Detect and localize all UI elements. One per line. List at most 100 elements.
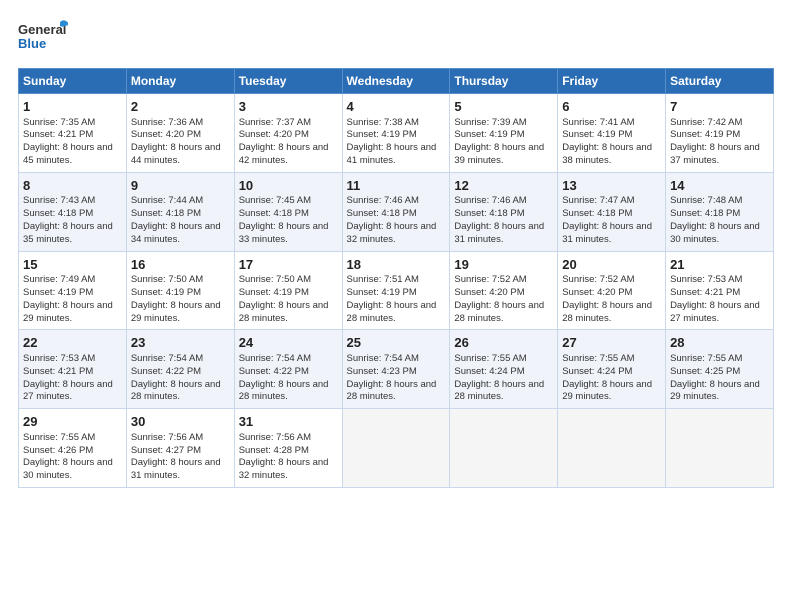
calendar-cell xyxy=(666,409,774,488)
sunset-label: Sunset: 4:20 PM xyxy=(131,129,201,140)
header: General Blue xyxy=(18,18,774,58)
calendar-cell: 16 Sunrise: 7:50 AM Sunset: 4:19 PM Dayl… xyxy=(126,251,234,330)
calendar-cell: 11 Sunrise: 7:46 AM Sunset: 4:18 PM Dayl… xyxy=(342,172,450,251)
calendar-cell: 23 Sunrise: 7:54 AM Sunset: 4:22 PM Dayl… xyxy=(126,330,234,409)
sunset-label: Sunset: 4:23 PM xyxy=(347,366,417,377)
daylight-label: Daylight: 8 hours and 31 minutes. xyxy=(562,221,652,245)
sunset-label: Sunset: 4:18 PM xyxy=(23,208,93,219)
calendar-cell: 14 Sunrise: 7:48 AM Sunset: 4:18 PM Dayl… xyxy=(666,172,774,251)
day-number: 24 xyxy=(239,334,338,352)
week-row-1: 1 Sunrise: 7:35 AM Sunset: 4:21 PM Dayli… xyxy=(19,94,774,173)
daylight-label: Daylight: 8 hours and 28 minutes. xyxy=(454,379,544,403)
sunset-label: Sunset: 4:27 PM xyxy=(131,445,201,456)
calendar-cell: 27 Sunrise: 7:55 AM Sunset: 4:24 PM Dayl… xyxy=(558,330,666,409)
day-number: 2 xyxy=(131,98,230,116)
sunset-label: Sunset: 4:21 PM xyxy=(23,129,93,140)
calendar-cell: 26 Sunrise: 7:55 AM Sunset: 4:24 PM Dayl… xyxy=(450,330,558,409)
sunset-label: Sunset: 4:19 PM xyxy=(347,287,417,298)
day-number: 4 xyxy=(347,98,446,116)
daylight-label: Daylight: 8 hours and 27 minutes. xyxy=(670,300,760,324)
day-number: 26 xyxy=(454,334,553,352)
calendar-header-row: SundayMondayTuesdayWednesdayThursdayFrid… xyxy=(19,69,774,94)
calendar-cell: 21 Sunrise: 7:53 AM Sunset: 4:21 PM Dayl… xyxy=(666,251,774,330)
day-number: 25 xyxy=(347,334,446,352)
daylight-label: Daylight: 8 hours and 37 minutes. xyxy=(670,142,760,166)
sunset-label: Sunset: 4:19 PM xyxy=(23,287,93,298)
sunset-label: Sunset: 4:26 PM xyxy=(23,445,93,456)
sunrise-label: Sunrise: 7:52 AM xyxy=(454,274,526,285)
day-number: 17 xyxy=(239,256,338,274)
sunrise-label: Sunrise: 7:44 AM xyxy=(131,195,203,206)
daylight-label: Daylight: 8 hours and 39 minutes. xyxy=(454,142,544,166)
calendar-cell: 28 Sunrise: 7:55 AM Sunset: 4:25 PM Dayl… xyxy=(666,330,774,409)
daylight-label: Daylight: 8 hours and 29 minutes. xyxy=(562,379,652,403)
sunset-label: Sunset: 4:25 PM xyxy=(670,366,740,377)
sunrise-label: Sunrise: 7:50 AM xyxy=(131,274,203,285)
sunset-label: Sunset: 4:20 PM xyxy=(454,287,524,298)
sunset-label: Sunset: 4:18 PM xyxy=(562,208,632,219)
day-header-monday: Monday xyxy=(126,69,234,94)
calendar-cell: 22 Sunrise: 7:53 AM Sunset: 4:21 PM Dayl… xyxy=(19,330,127,409)
sunset-label: Sunset: 4:19 PM xyxy=(347,129,417,140)
day-number: 3 xyxy=(239,98,338,116)
sunrise-label: Sunrise: 7:36 AM xyxy=(131,117,203,128)
day-number: 8 xyxy=(23,177,122,195)
calendar-cell: 19 Sunrise: 7:52 AM Sunset: 4:20 PM Dayl… xyxy=(450,251,558,330)
daylight-label: Daylight: 8 hours and 28 minutes. xyxy=(347,379,437,403)
day-number: 20 xyxy=(562,256,661,274)
day-number: 10 xyxy=(239,177,338,195)
daylight-label: Daylight: 8 hours and 28 minutes. xyxy=(562,300,652,324)
daylight-label: Daylight: 8 hours and 30 minutes. xyxy=(23,457,113,481)
sunrise-label: Sunrise: 7:45 AM xyxy=(239,195,311,206)
sunrise-label: Sunrise: 7:51 AM xyxy=(347,274,419,285)
sunset-label: Sunset: 4:18 PM xyxy=(131,208,201,219)
sunrise-label: Sunrise: 7:54 AM xyxy=(347,353,419,364)
sunrise-label: Sunrise: 7:35 AM xyxy=(23,117,95,128)
calendar-cell: 3 Sunrise: 7:37 AM Sunset: 4:20 PM Dayli… xyxy=(234,94,342,173)
daylight-label: Daylight: 8 hours and 28 minutes. xyxy=(347,300,437,324)
sunset-label: Sunset: 4:19 PM xyxy=(131,287,201,298)
calendar-cell: 30 Sunrise: 7:56 AM Sunset: 4:27 PM Dayl… xyxy=(126,409,234,488)
calendar-cell: 5 Sunrise: 7:39 AM Sunset: 4:19 PM Dayli… xyxy=(450,94,558,173)
day-number: 22 xyxy=(23,334,122,352)
day-number: 21 xyxy=(670,256,769,274)
calendar-cell: 8 Sunrise: 7:43 AM Sunset: 4:18 PM Dayli… xyxy=(19,172,127,251)
calendar-cell: 13 Sunrise: 7:47 AM Sunset: 4:18 PM Dayl… xyxy=(558,172,666,251)
day-header-sunday: Sunday xyxy=(19,69,127,94)
sunrise-label: Sunrise: 7:38 AM xyxy=(347,117,419,128)
sunrise-label: Sunrise: 7:46 AM xyxy=(347,195,419,206)
daylight-label: Daylight: 8 hours and 35 minutes. xyxy=(23,221,113,245)
day-number: 19 xyxy=(454,256,553,274)
calendar-cell: 18 Sunrise: 7:51 AM Sunset: 4:19 PM Dayl… xyxy=(342,251,450,330)
sunrise-label: Sunrise: 7:37 AM xyxy=(239,117,311,128)
calendar-cell: 1 Sunrise: 7:35 AM Sunset: 4:21 PM Dayli… xyxy=(19,94,127,173)
sunset-label: Sunset: 4:24 PM xyxy=(562,366,632,377)
calendar-cell: 25 Sunrise: 7:54 AM Sunset: 4:23 PM Dayl… xyxy=(342,330,450,409)
calendar-cell: 4 Sunrise: 7:38 AM Sunset: 4:19 PM Dayli… xyxy=(342,94,450,173)
sunset-label: Sunset: 4:18 PM xyxy=(454,208,524,219)
week-row-3: 15 Sunrise: 7:49 AM Sunset: 4:19 PM Dayl… xyxy=(19,251,774,330)
calendar-cell: 20 Sunrise: 7:52 AM Sunset: 4:20 PM Dayl… xyxy=(558,251,666,330)
day-header-friday: Friday xyxy=(558,69,666,94)
sunset-label: Sunset: 4:21 PM xyxy=(670,287,740,298)
sunrise-label: Sunrise: 7:54 AM xyxy=(239,353,311,364)
day-number: 18 xyxy=(347,256,446,274)
day-number: 7 xyxy=(670,98,769,116)
sunrise-label: Sunrise: 7:47 AM xyxy=(562,195,634,206)
day-number: 11 xyxy=(347,177,446,195)
daylight-label: Daylight: 8 hours and 30 minutes. xyxy=(670,221,760,245)
sunrise-label: Sunrise: 7:53 AM xyxy=(23,353,95,364)
day-number: 30 xyxy=(131,413,230,431)
sunset-label: Sunset: 4:19 PM xyxy=(670,129,740,140)
calendar-table: SundayMondayTuesdayWednesdayThursdayFrid… xyxy=(18,68,774,488)
calendar-cell: 10 Sunrise: 7:45 AM Sunset: 4:18 PM Dayl… xyxy=(234,172,342,251)
daylight-label: Daylight: 8 hours and 32 minutes. xyxy=(239,457,329,481)
sunrise-label: Sunrise: 7:55 AM xyxy=(454,353,526,364)
sunrise-label: Sunrise: 7:43 AM xyxy=(23,195,95,206)
daylight-label: Daylight: 8 hours and 31 minutes. xyxy=(131,457,221,481)
sunset-label: Sunset: 4:19 PM xyxy=(239,287,309,298)
week-row-2: 8 Sunrise: 7:43 AM Sunset: 4:18 PM Dayli… xyxy=(19,172,774,251)
sunrise-label: Sunrise: 7:53 AM xyxy=(670,274,742,285)
daylight-label: Daylight: 8 hours and 29 minutes. xyxy=(23,300,113,324)
calendar-cell: 12 Sunrise: 7:46 AM Sunset: 4:18 PM Dayl… xyxy=(450,172,558,251)
